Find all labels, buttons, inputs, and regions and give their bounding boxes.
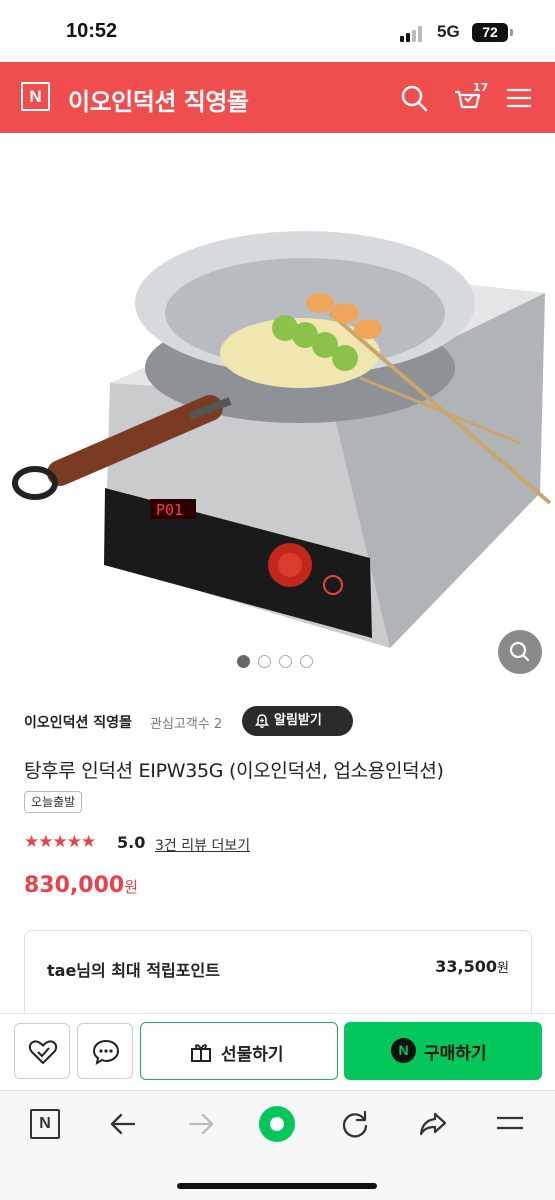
signal-icon [400, 26, 428, 42]
status-time: 10:52 [66, 20, 118, 42]
refresh-icon[interactable] [340, 1109, 370, 1139]
product-title: 탕후루 인덕션 EIPW35G (이오인덕션, 업소용인덕션) [24, 760, 444, 782]
chat-button[interactable] [77, 1023, 133, 1079]
rating-value: 5.0 [117, 833, 146, 852]
carousel-dot[interactable] [258, 655, 271, 668]
rating-stars: ★★★★★ [24, 832, 96, 852]
network-label: 5G [437, 22, 460, 41]
points-value: 33,500원 [435, 957, 509, 976]
chat-icon [92, 1039, 120, 1066]
price-unit: 원 [124, 878, 139, 896]
back-arrow-icon[interactable] [108, 1109, 138, 1139]
price: 830,000원 [24, 873, 138, 898]
buy-button[interactable]: N 구매하기 [344, 1022, 542, 1080]
cart-count-badge: 17 [473, 81, 489, 94]
browser-menu-icon[interactable] [495, 1109, 525, 1139]
points-amount: 33,500 [435, 957, 498, 976]
product-image[interactable]: P01 [0, 133, 555, 685]
alarm-button[interactable]: 알림받기 [242, 706, 353, 736]
naver-home-icon[interactable]: N [30, 1109, 60, 1139]
forward-arrow-icon[interactable] [186, 1109, 216, 1139]
store-logo[interactable]: N [21, 82, 50, 111]
menu-icon[interactable] [504, 83, 534, 113]
battery-tip [510, 29, 513, 36]
store-title[interactable]: 이오인덕션 직영몰 [68, 82, 249, 117]
carousel-dot[interactable] [279, 655, 292, 668]
naver-pay-icon: N [391, 1038, 416, 1063]
heart-check-icon [28, 1040, 58, 1065]
gift-button[interactable]: 선물하기 [140, 1022, 338, 1080]
points-label: tae님의 최대 적립포인트 [47, 961, 220, 980]
green-dot-icon[interactable] [258, 1105, 296, 1143]
price-value: 830,000 [24, 873, 125, 898]
gift-icon [191, 1044, 211, 1062]
magnifier-icon [509, 641, 530, 662]
search-icon[interactable] [399, 83, 429, 113]
seller-name[interactable]: 이오인덕션 직영몰 [24, 712, 132, 732]
zoom-button[interactable] [498, 630, 542, 674]
gift-button-label: 선물하기 [221, 1045, 284, 1065]
status-bar: 10:52 5G 72 [0, 0, 555, 62]
battery-icon: 72 [472, 23, 508, 42]
action-bar: 선물하기 N 구매하기 [0, 1013, 555, 1090]
wishlist-button[interactable] [14, 1023, 70, 1079]
alarm-button-label: 알림받기 [274, 713, 322, 728]
buy-button-label: 구매하기 [424, 1044, 487, 1064]
share-icon[interactable] [418, 1109, 448, 1139]
carousel-dot-video[interactable] [300, 655, 313, 668]
home-indicator[interactable] [177, 1183, 377, 1189]
review-link[interactable]: 3건 리뷰 더보기 [155, 835, 250, 855]
shipping-badge: 오늘출발 [24, 791, 83, 813]
bell-icon [255, 714, 269, 728]
store-header: N 이오인덕션 직영몰 17 [0, 62, 555, 133]
carousel-dot[interactable] [237, 655, 250, 668]
watchers-count: 관심고객수 2 [150, 717, 223, 732]
svg-text:P01: P01 [156, 501, 183, 519]
points-unit: 원 [497, 961, 509, 976]
